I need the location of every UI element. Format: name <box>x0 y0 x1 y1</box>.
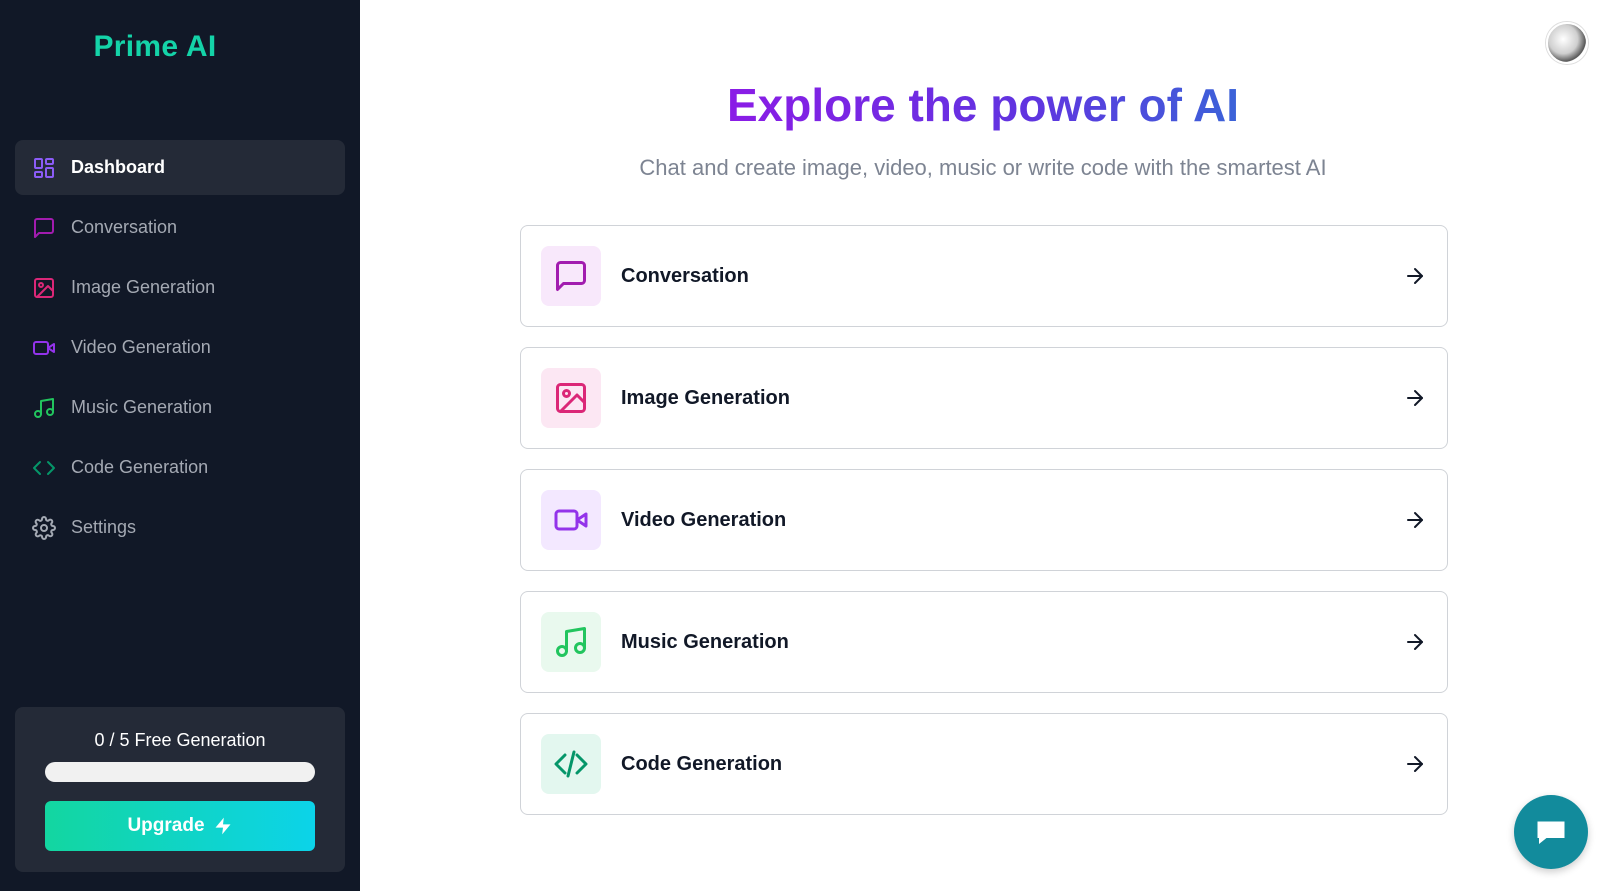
lightning-icon <box>215 817 231 835</box>
main-content: Explore the power of AI Chat and create … <box>360 0 1606 891</box>
page-subtitle: Chat and create image, video, music or w… <box>639 155 1327 180</box>
sidebar-item-dashboard[interactable]: Dashboard <box>15 140 345 195</box>
tool-cards: Conversation Image Generation Video Gene… <box>520 225 1448 835</box>
usage-progress-bar <box>45 762 315 782</box>
tool-card-label: Video Generation <box>621 508 787 531</box>
code-icon <box>31 455 57 481</box>
app-logo[interactable]: Prime AI <box>0 30 310 64</box>
sidebar-item-image-generation[interactable]: Image Generation <box>15 260 345 315</box>
tool-card-label: Image Generation <box>621 386 790 409</box>
free-usage-panel: 0 / 5 Free Generation Upgrade <box>15 707 345 872</box>
tool-card-music-generation[interactable]: Music Generation <box>520 591 1448 693</box>
upgrade-button[interactable]: Upgrade <box>45 801 315 851</box>
sidebar-item-settings[interactable]: Settings <box>15 500 345 555</box>
arrow-right-icon <box>1403 630 1427 654</box>
tool-card-image-generation[interactable]: Image Generation <box>520 347 1448 449</box>
sidebar-item-label: Music Generation <box>71 397 213 417</box>
sidebar-item-code-generation[interactable]: Code Generation <box>15 440 345 495</box>
sidebar-item-label: Settings <box>71 517 137 537</box>
tool-card-video-generation[interactable]: Video Generation <box>520 469 1448 571</box>
dashboard-icon <box>31 155 57 181</box>
sidebar-item-label: Conversation <box>71 217 178 237</box>
message-square-icon <box>31 215 57 241</box>
page-title: Explore the power of AI <box>726 79 1240 131</box>
upgrade-label: Upgrade <box>127 815 205 836</box>
music-icon <box>31 395 57 421</box>
arrow-right-icon <box>1403 264 1427 288</box>
sidebar-nav: Dashboard Conversation Image Generation … <box>15 140 345 560</box>
sidebar-item-video-generation[interactable]: Video Generation <box>15 320 345 375</box>
sidebar-item-label: Image Generation <box>71 277 216 297</box>
tool-card-conversation[interactable]: Conversation <box>520 225 1448 327</box>
chat-bubble-icon <box>1537 821 1565 844</box>
sidebar-item-conversation[interactable]: Conversation <box>15 200 345 255</box>
tool-card-label: Conversation <box>621 264 749 287</box>
tool-card-code-generation[interactable]: Code Generation <box>520 713 1448 815</box>
usage-count: 0 / 5 Free Generation <box>94 730 266 750</box>
user-avatar[interactable] <box>1546 22 1588 64</box>
chat-widget-button[interactable] <box>1514 795 1588 869</box>
sidebar-item-music-generation[interactable]: Music Generation <box>15 380 345 435</box>
image-icon <box>31 275 57 301</box>
image-icon <box>541 368 601 428</box>
video-icon <box>541 490 601 550</box>
arrow-right-icon <box>1403 386 1427 410</box>
arrow-right-icon <box>1403 752 1427 776</box>
code-icon <box>541 734 601 794</box>
gear-icon <box>31 515 57 541</box>
video-icon <box>31 335 57 361</box>
sidebar-item-label: Code Generation <box>71 457 209 477</box>
music-icon <box>541 612 601 672</box>
sidebar-item-label: Dashboard <box>71 157 166 177</box>
tool-card-label: Code Generation <box>621 752 783 775</box>
sidebar-item-label: Video Generation <box>71 337 211 357</box>
tool-card-label: Music Generation <box>621 630 789 653</box>
sidebar: Prime AI Dashboard Conversation Image Ge… <box>0 0 360 891</box>
message-square-icon <box>541 246 601 306</box>
arrow-right-icon <box>1403 508 1427 532</box>
